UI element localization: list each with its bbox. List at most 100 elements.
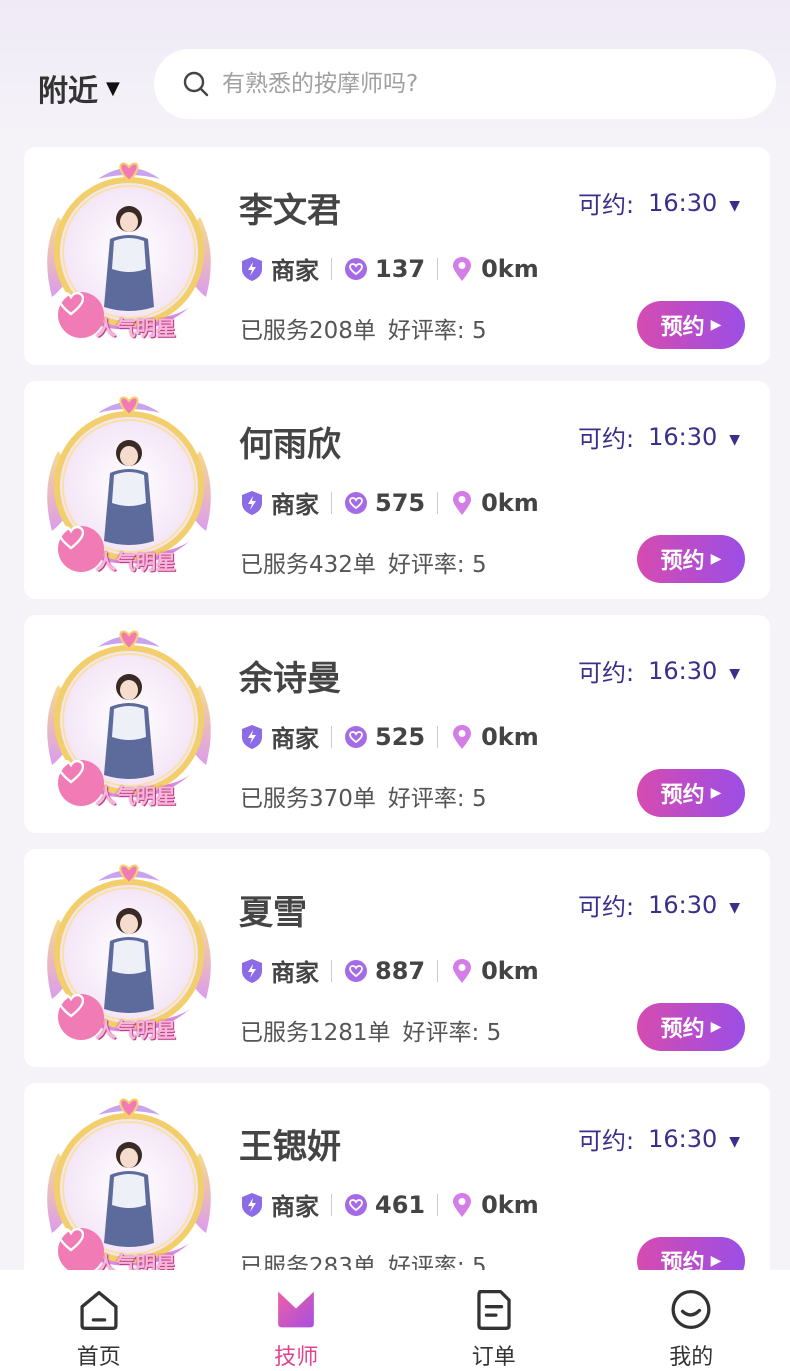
merchant-shield-icon xyxy=(242,724,262,749)
top-bar: 附近 ▼ xyxy=(0,0,790,140)
served-count: 已服务208单 xyxy=(240,318,376,344)
play-arrow-icon: ▶ xyxy=(710,1019,722,1035)
technician-meta: 商家 137 0km xyxy=(240,251,539,286)
book-label: 预约 xyxy=(660,315,705,340)
served-count: 已服务432单 xyxy=(240,552,376,578)
rating: 好评率: 5 xyxy=(387,318,487,344)
heart-like-icon xyxy=(345,725,367,748)
merchant-label: 商家 xyxy=(271,959,319,987)
distance: 0km xyxy=(481,722,539,751)
chevron-down-icon: ▼ xyxy=(729,665,741,682)
book-label: 预约 xyxy=(660,1017,705,1042)
avatar[interactable]: 人气明星 xyxy=(38,157,220,340)
tab-label: 技师 xyxy=(274,1345,319,1370)
play-arrow-icon: ▶ xyxy=(710,551,722,567)
heart-icon xyxy=(58,994,84,1018)
avatar[interactable]: 人气明星 xyxy=(38,859,220,1042)
likes-count: 137 xyxy=(375,254,426,283)
likes-count: 461 xyxy=(375,1190,426,1219)
chevron-down-icon: ▼ xyxy=(729,197,741,214)
search-input[interactable] xyxy=(222,71,722,97)
avatar[interactable]: 人气明星 xyxy=(38,625,220,808)
availability-selector[interactable]: 可约: 16:30 ▼ xyxy=(578,887,740,922)
tab-technician[interactable]: 技师 xyxy=(198,1270,396,1371)
avatar[interactable]: 人气明星 xyxy=(38,391,220,574)
heart-like-icon xyxy=(345,491,367,514)
heart-like-icon xyxy=(345,257,367,280)
heart-icon xyxy=(58,760,84,784)
location-pin-icon xyxy=(453,256,472,281)
popular-star-badge: 人气明星 xyxy=(96,550,176,574)
availability-selector[interactable]: 可约: 16:30 ▼ xyxy=(578,1121,740,1156)
location-pin-icon xyxy=(453,958,472,983)
technician-meta: 商家 575 0km xyxy=(240,485,539,520)
merchant-shield-icon xyxy=(242,958,262,983)
search-icon xyxy=(183,71,209,97)
merchant-label: 商家 xyxy=(271,725,319,753)
play-arrow-icon: ▶ xyxy=(710,317,722,333)
technician-stats: 已服务432单 好评率: 5 xyxy=(240,545,499,579)
divider xyxy=(331,1193,332,1216)
search-bar[interactable] xyxy=(154,49,776,119)
technician-name: 夏雪 xyxy=(239,893,307,933)
merchant-shield-icon xyxy=(242,1192,262,1217)
divider xyxy=(331,725,332,748)
chevron-down-icon: ▼ xyxy=(729,899,741,916)
play-arrow-icon: ▶ xyxy=(710,1253,722,1269)
book-button[interactable]: 预约 ▶ xyxy=(637,1003,745,1051)
technician-stats: 已服务1281单 好评率: 5 xyxy=(240,1013,513,1047)
book-label: 预约 xyxy=(660,549,705,574)
technician-stats: 已服务370单 好评率: 5 xyxy=(240,779,499,813)
divider xyxy=(437,491,439,514)
likes-count: 887 xyxy=(375,956,426,985)
likes-count: 575 xyxy=(375,488,426,517)
served-count: 已服务370单 xyxy=(240,786,376,812)
availability-label: 可约: xyxy=(578,893,635,921)
availability-time: 16:30 xyxy=(648,656,718,685)
tab-profile[interactable]: 我的 xyxy=(593,1270,790,1371)
availability-selector[interactable]: 可约: 16:30 ▼ xyxy=(578,419,740,454)
availability-label: 可约: xyxy=(578,1127,635,1155)
book-button[interactable]: 预约 ▶ xyxy=(637,769,745,817)
rating: 好评率: 5 xyxy=(402,1020,502,1046)
caret-down-icon: ▼ xyxy=(106,77,120,99)
rating: 好评率: 5 xyxy=(387,552,487,578)
technician-stats: 已服务208单 好评率: 5 xyxy=(240,311,499,345)
technician-card[interactable]: 人气明星 余诗曼 可约: 16:30 ▼ 商家 525 0km 已服务370单 好评率: 5 预约 ▶ xyxy=(24,615,770,833)
merchant-shield-icon xyxy=(242,490,262,515)
availability-label: 可约: xyxy=(578,659,635,687)
location-pin-icon xyxy=(453,724,472,749)
location-pin-icon xyxy=(453,1192,472,1217)
tab-home[interactable]: 首页 xyxy=(0,1270,198,1371)
merchant-label: 商家 xyxy=(271,491,319,519)
heart-icon xyxy=(58,526,84,550)
technician-card[interactable]: 人气明星 王锶妍 可约: 16:30 ▼ 商家 461 0km 已服务283单 好评率: 5 预约 ▶ xyxy=(24,1083,770,1301)
tab-label: 我的 xyxy=(669,1345,714,1370)
availability-selector[interactable]: 可约: 16:30 ▼ xyxy=(578,185,740,220)
technician-meta: 商家 525 0km xyxy=(240,719,539,754)
popular-star-badge: 人气明星 xyxy=(96,1018,176,1042)
technician-name: 王锶妍 xyxy=(239,1127,341,1167)
heart-icon xyxy=(58,292,84,316)
book-button[interactable]: 预约 ▶ xyxy=(637,535,745,583)
technician-meta: 商家 887 0km xyxy=(240,953,539,988)
tab-label: 首页 xyxy=(76,1345,121,1370)
availability-selector[interactable]: 可约: 16:30 ▼ xyxy=(578,653,740,688)
location-selector[interactable]: 附近 ▼ xyxy=(38,66,120,110)
book-button[interactable]: 预约 ▶ xyxy=(637,301,745,349)
tab-orders[interactable]: 订单 xyxy=(395,1270,593,1371)
divider xyxy=(437,959,439,982)
divider xyxy=(437,257,439,280)
avatar[interactable]: 人气明星 xyxy=(38,1093,220,1276)
home-icon xyxy=(80,1290,118,1330)
technician-name: 何雨欣 xyxy=(239,425,341,465)
bottom-tab-bar: 首页 技师 订单 我的 xyxy=(0,1270,790,1371)
popular-star-badge: 人气明星 xyxy=(96,316,176,340)
merchant-label: 商家 xyxy=(271,1193,319,1221)
merchant-label: 商家 xyxy=(271,257,319,285)
technician-card[interactable]: 人气明星 何雨欣 可约: 16:30 ▼ 商家 575 0km 已服务432单 好评率: 5 预约 ▶ xyxy=(24,381,770,599)
technician-card[interactable]: 人气明星 夏雪 可约: 16:30 ▼ 商家 887 0km 已服务1281单 好评率: 5 预约 ▶ xyxy=(24,849,770,1067)
merchant-shield-icon xyxy=(242,256,262,281)
technician-card[interactable]: 人气明星 李文君 可约: 16:30 ▼ 商家 137 0km 已服务208单 好评率: 5 预约 ▶ xyxy=(24,147,770,365)
chevron-down-icon: ▼ xyxy=(729,1133,741,1150)
